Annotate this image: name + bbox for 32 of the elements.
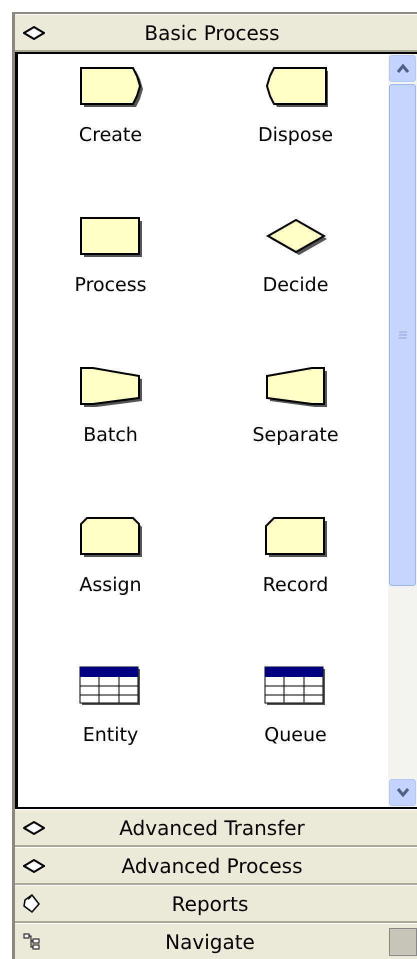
panel-header[interactable]: Basic Process [15, 14, 417, 52]
module-label: Dispose [258, 124, 334, 146]
diamond-icon [23, 26, 45, 40]
module-label: Decide [262, 274, 328, 296]
module-shape-icon[interactable] [264, 66, 328, 108]
module-shape-icon[interactable] [264, 666, 328, 708]
diamond-icon [23, 820, 45, 834]
module-label: Separate [252, 424, 339, 446]
module-label: Create [78, 124, 142, 146]
module-label: Batch [83, 424, 138, 446]
module-shape-icon[interactable] [78, 66, 142, 108]
module-shape-icon[interactable] [78, 666, 142, 708]
panel-header[interactable]: Advanced Transfer [15, 809, 417, 847]
module-label: Assign [79, 574, 142, 596]
panel-header[interactable]: Reports [15, 885, 417, 923]
grip-icon[interactable] [398, 330, 408, 340]
module-label: Entity [82, 724, 138, 746]
diamond-icon [23, 858, 45, 872]
module-shape-icon[interactable] [264, 516, 328, 558]
tree-icon [23, 932, 41, 950]
panel-header[interactable]: Navigate [15, 923, 417, 959]
scrollbar[interactable] [388, 54, 417, 807]
module-shape-icon[interactable] [78, 516, 142, 558]
module-label: Record [262, 574, 328, 596]
module-shape-icon[interactable] [78, 366, 142, 408]
panel-header[interactable]: Advanced Process [15, 847, 417, 885]
module-shape-icon[interactable] [78, 216, 142, 258]
module-label: Process [74, 274, 147, 296]
module-label: Queue [264, 724, 327, 746]
clipboard-icon [23, 894, 41, 914]
module-shape-icon[interactable] [264, 216, 328, 258]
module-shape-icon[interactable] [264, 366, 328, 408]
